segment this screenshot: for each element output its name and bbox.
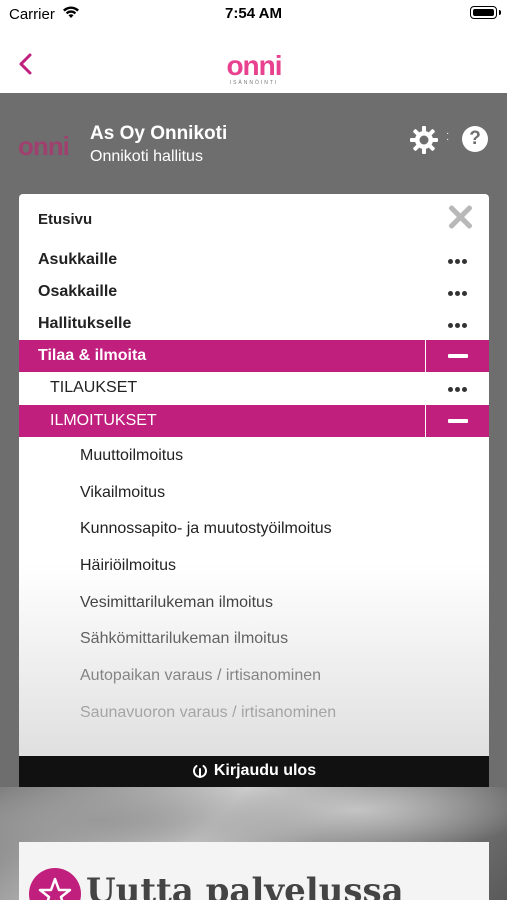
more-options-icon[interactable] [446, 314, 467, 330]
submenu-label: TILAUKSET [50, 379, 138, 396]
help-icon[interactable]: ? [462, 126, 488, 152]
menu-item-label: Hallitukselle [38, 315, 132, 332]
gear-icon[interactable] [409, 125, 439, 155]
menu-link-vikailmoitus[interactable]: Vikailmoitus [80, 484, 165, 502]
more-options-icon[interactable] [446, 378, 467, 394]
menu-link-muuttoilmoitus[interactable]: Muuttoilmoitus [80, 447, 183, 465]
close-icon[interactable] [447, 204, 473, 230]
separator-dots: · · [446, 128, 450, 145]
company-logo: onni [18, 131, 70, 161]
menu-item-label: Etusivu [38, 211, 93, 228]
status-bar: Carrier 7:54 AM [0, 0, 507, 30]
menu-item-hallitukselle[interactable]: Hallitukselle [19, 308, 489, 340]
menu-link-sahkomittari[interactable]: Sähkömittarilukeman ilmoitus [80, 630, 288, 648]
menu-item-osakkaille[interactable]: Osakkaille [19, 276, 489, 308]
clock: 7:54 AM [225, 5, 282, 22]
brand-logo: onni ISÄNNÖINTI [226, 50, 282, 87]
logout-button[interactable]: Kirjaudu ulos [19, 756, 489, 787]
more-options-icon[interactable] [446, 282, 467, 298]
menu-link-kunnossapito[interactable]: Kunnossapito- ja muutostyöilmoitus [80, 520, 332, 538]
housing-company-title: As Oy Onnikoti [90, 123, 228, 144]
submenu-ilmoitukset[interactable]: ILMOITUKSET [19, 405, 489, 437]
menu-link-saunavuoro[interactable]: Saunavuoron varaus / irtisanominen [80, 704, 336, 722]
back-chevron-icon[interactable] [12, 50, 40, 78]
menu-item-home[interactable]: Etusivu [19, 204, 489, 236]
menu-link-hairioilmoitus[interactable]: Häiriöilmoitus [80, 557, 176, 575]
menu-item-asukkaille[interactable]: Asukkaille [19, 244, 489, 276]
menu-link-autopaikka[interactable]: Autopaikan varaus / irtisanominen [80, 667, 321, 685]
menu-fade [19, 564, 489, 756]
menu-item-label: Asukkaille [38, 251, 118, 268]
menu-link-vesimittari[interactable]: Vesimittarilukeman ilmoitus [80, 594, 273, 612]
user-group-subtitle: Onnikoti hallitus [90, 148, 203, 165]
power-icon [192, 765, 207, 778]
submenu-label: ILMOITUKSET [50, 412, 157, 429]
battery-icon [470, 6, 501, 19]
star-icon [29, 868, 81, 900]
nav-bar: onni ISÄNNÖINTI [0, 30, 507, 93]
collapse-icon[interactable] [425, 405, 489, 437]
menu-item-label: Tilaa & ilmoita [38, 347, 147, 364]
submenu-tilaukset[interactable]: TILAUKSET [19, 372, 489, 404]
more-options-icon[interactable] [446, 250, 467, 266]
collapse-icon[interactable] [425, 340, 489, 372]
news-title: Uutta palvelussa [86, 871, 404, 900]
navigation-menu: Etusivu Asukkaille Osakkaille Hallitukse… [19, 194, 489, 756]
menu-item-label: Osakkaille [38, 283, 118, 300]
menu-item-tilaa-ilmoita[interactable]: Tilaa & ilmoita [19, 340, 489, 372]
logout-label: Kirjaudu ulos [213, 762, 317, 779]
